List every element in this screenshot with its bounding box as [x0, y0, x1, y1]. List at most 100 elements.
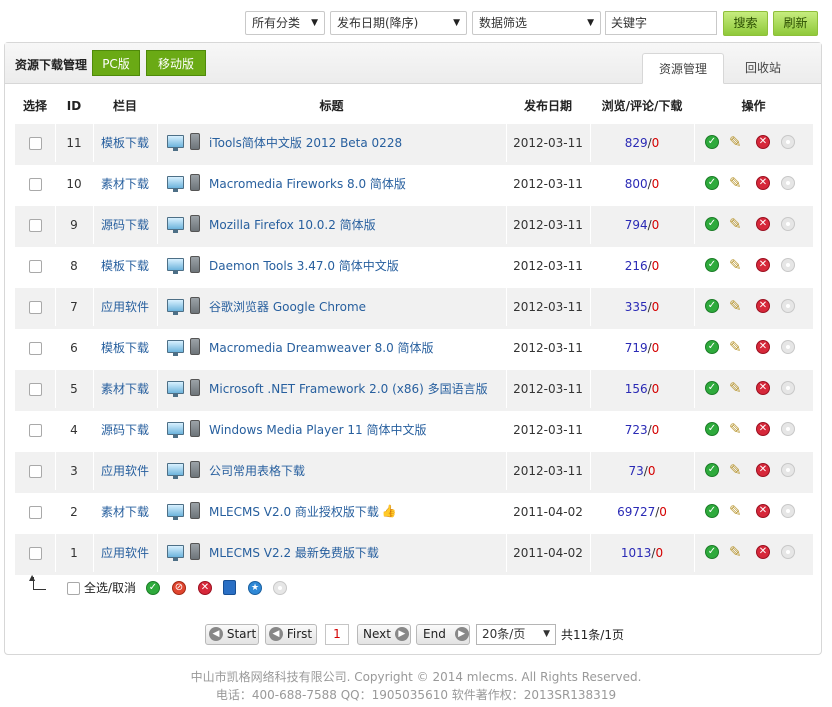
edit-pencil-icon[interactable]: ✎ [729, 462, 745, 478]
row-checkbox[interactable] [29, 301, 42, 314]
search-button[interactable]: 搜索 [723, 11, 768, 36]
edit-pencil-icon[interactable]: ✎ [729, 421, 745, 437]
mobile-icon[interactable] [190, 461, 200, 478]
edit-pencil-icon[interactable]: ✎ [729, 298, 745, 314]
row-checkbox[interactable] [29, 383, 42, 396]
row-title-link[interactable]: Microsoft .NET Framework 2.0 (x86) 多国语言版 [209, 370, 501, 408]
edit-pencil-icon[interactable]: ✎ [729, 134, 745, 150]
row-checkbox[interactable] [29, 219, 42, 232]
row-category-link[interactable]: 素材下载 [93, 370, 157, 408]
approve-icon[interactable]: ✓ [705, 217, 719, 231]
delete-icon[interactable]: ✕ [756, 135, 770, 149]
row-checkbox[interactable] [29, 342, 42, 355]
delete-icon[interactable]: ✕ [756, 422, 770, 436]
row-checkbox[interactable] [29, 547, 42, 560]
delete-icon[interactable]: ✕ [756, 217, 770, 231]
disabled-icon[interactable] [781, 504, 795, 518]
approve-icon[interactable]: ✓ [705, 545, 719, 559]
select-all-checkbox[interactable] [67, 582, 80, 595]
row-category-link[interactable]: 素材下载 [93, 165, 157, 203]
tab-recycle-bin[interactable]: 回收站 [726, 53, 800, 84]
pc-icon[interactable] [167, 504, 184, 520]
pc-icon[interactable] [167, 176, 184, 192]
disabled-icon[interactable] [781, 217, 795, 231]
mobile-icon[interactable] [190, 215, 200, 232]
approve-icon[interactable]: ✓ [705, 176, 719, 190]
disabled-icon[interactable] [781, 545, 795, 559]
row-title-link[interactable]: iTools简体中文版 2012 Beta 0228 [209, 124, 501, 162]
row-checkbox[interactable] [29, 506, 42, 519]
mobile-icon[interactable] [190, 543, 200, 560]
row-category-link[interactable]: 模板下载 [93, 329, 157, 367]
row-title-link[interactable]: Macromedia Dreamweaver 8.0 简体版 [209, 329, 501, 367]
delete-icon[interactable]: ✕ [756, 340, 770, 354]
row-title-link[interactable]: Macromedia Fireworks 8.0 简体版 [209, 165, 501, 203]
edit-pencil-icon[interactable]: ✎ [729, 257, 745, 273]
row-title-link[interactable]: 谷歌浏览器 Google Chrome [209, 288, 501, 326]
row-title-link[interactable]: MLECMS V2.2 最新免费版下载 [209, 534, 501, 572]
mobile-icon[interactable] [190, 420, 200, 437]
edit-pencil-icon[interactable]: ✎ [729, 380, 745, 396]
approve-icon[interactable]: ✓ [705, 463, 719, 477]
mobile-icon[interactable] [190, 256, 200, 273]
pc-icon[interactable] [167, 258, 184, 274]
edit-pencil-icon[interactable]: ✎ [729, 216, 745, 232]
disabled-icon[interactable] [781, 340, 795, 354]
row-category-link[interactable]: 应用软件 [93, 288, 157, 326]
tab-resource-manage[interactable]: 资源管理 [642, 53, 724, 84]
bulk-delete-icon[interactable]: ✕ [198, 581, 212, 595]
row-title-link[interactable]: 公司常用表格下载 [209, 452, 501, 490]
approve-icon[interactable]: ✓ [705, 340, 719, 354]
delete-icon[interactable]: ✕ [756, 381, 770, 395]
disabled-icon[interactable] [781, 422, 795, 436]
edit-pencil-icon[interactable]: ✎ [729, 175, 745, 191]
row-checkbox[interactable] [29, 465, 42, 478]
delete-icon[interactable]: ✕ [756, 504, 770, 518]
mobile-icon[interactable] [190, 338, 200, 355]
mobile-version-button[interactable]: 移动版 [146, 50, 206, 76]
mobile-icon[interactable] [190, 297, 200, 314]
sort-select[interactable]: 发布日期(降序) ▼ [330, 11, 467, 35]
row-title-link[interactable]: MLECMS V2.0 商业授权版下载 👍 [209, 493, 501, 531]
delete-icon[interactable]: ✕ [756, 258, 770, 272]
delete-icon[interactable]: ✕ [756, 299, 770, 313]
mobile-icon[interactable] [190, 133, 200, 150]
approve-icon[interactable]: ✓ [705, 381, 719, 395]
approve-icon[interactable]: ✓ [705, 299, 719, 313]
delete-icon[interactable]: ✕ [756, 463, 770, 477]
disabled-icon[interactable] [781, 299, 795, 313]
edit-pencil-icon[interactable]: ✎ [729, 503, 745, 519]
row-category-link[interactable]: 应用软件 [93, 452, 157, 490]
delete-icon[interactable]: ✕ [756, 545, 770, 559]
select-all-label[interactable]: 全选/取消 [84, 579, 136, 596]
approve-icon[interactable]: ✓ [705, 258, 719, 272]
pc-icon[interactable] [167, 545, 184, 561]
row-category-link[interactable]: 素材下载 [93, 493, 157, 531]
disabled-icon[interactable] [781, 135, 795, 149]
pager-end-button[interactable]: End ▶ [416, 624, 470, 645]
disabled-icon[interactable] [781, 176, 795, 190]
pager-first-button[interactable]: ◀ First [265, 624, 317, 645]
data-filter-select[interactable]: 数据筛选 ▼ [472, 11, 601, 35]
bulk-recycle-icon[interactable] [223, 580, 236, 595]
edit-pencil-icon[interactable]: ✎ [729, 339, 745, 355]
approve-icon[interactable]: ✓ [705, 422, 719, 436]
row-checkbox[interactable] [29, 137, 42, 150]
bulk-recommend-icon[interactable]: ★ [248, 581, 262, 595]
refresh-button[interactable]: 刷新 [773, 11, 818, 36]
pc-icon[interactable] [167, 340, 184, 356]
mobile-icon[interactable] [190, 174, 200, 191]
bulk-approve-icon[interactable]: ✓ [146, 581, 160, 595]
disabled-icon[interactable] [781, 381, 795, 395]
disabled-icon[interactable] [781, 463, 795, 477]
per-page-select[interactable]: 20条/页 ▼ [476, 624, 556, 645]
row-checkbox[interactable] [29, 424, 42, 437]
pager-current-page[interactable]: 1 [325, 624, 349, 645]
row-category-link[interactable]: 源码下载 [93, 206, 157, 244]
disabled-icon[interactable] [781, 258, 795, 272]
keyword-input[interactable]: 关键字 [605, 11, 717, 35]
row-title-link[interactable]: Daemon Tools 3.47.0 简体中文版 [209, 247, 501, 285]
pc-icon[interactable] [167, 135, 184, 151]
row-checkbox[interactable] [29, 178, 42, 191]
bulk-top-icon[interactable] [273, 581, 287, 595]
